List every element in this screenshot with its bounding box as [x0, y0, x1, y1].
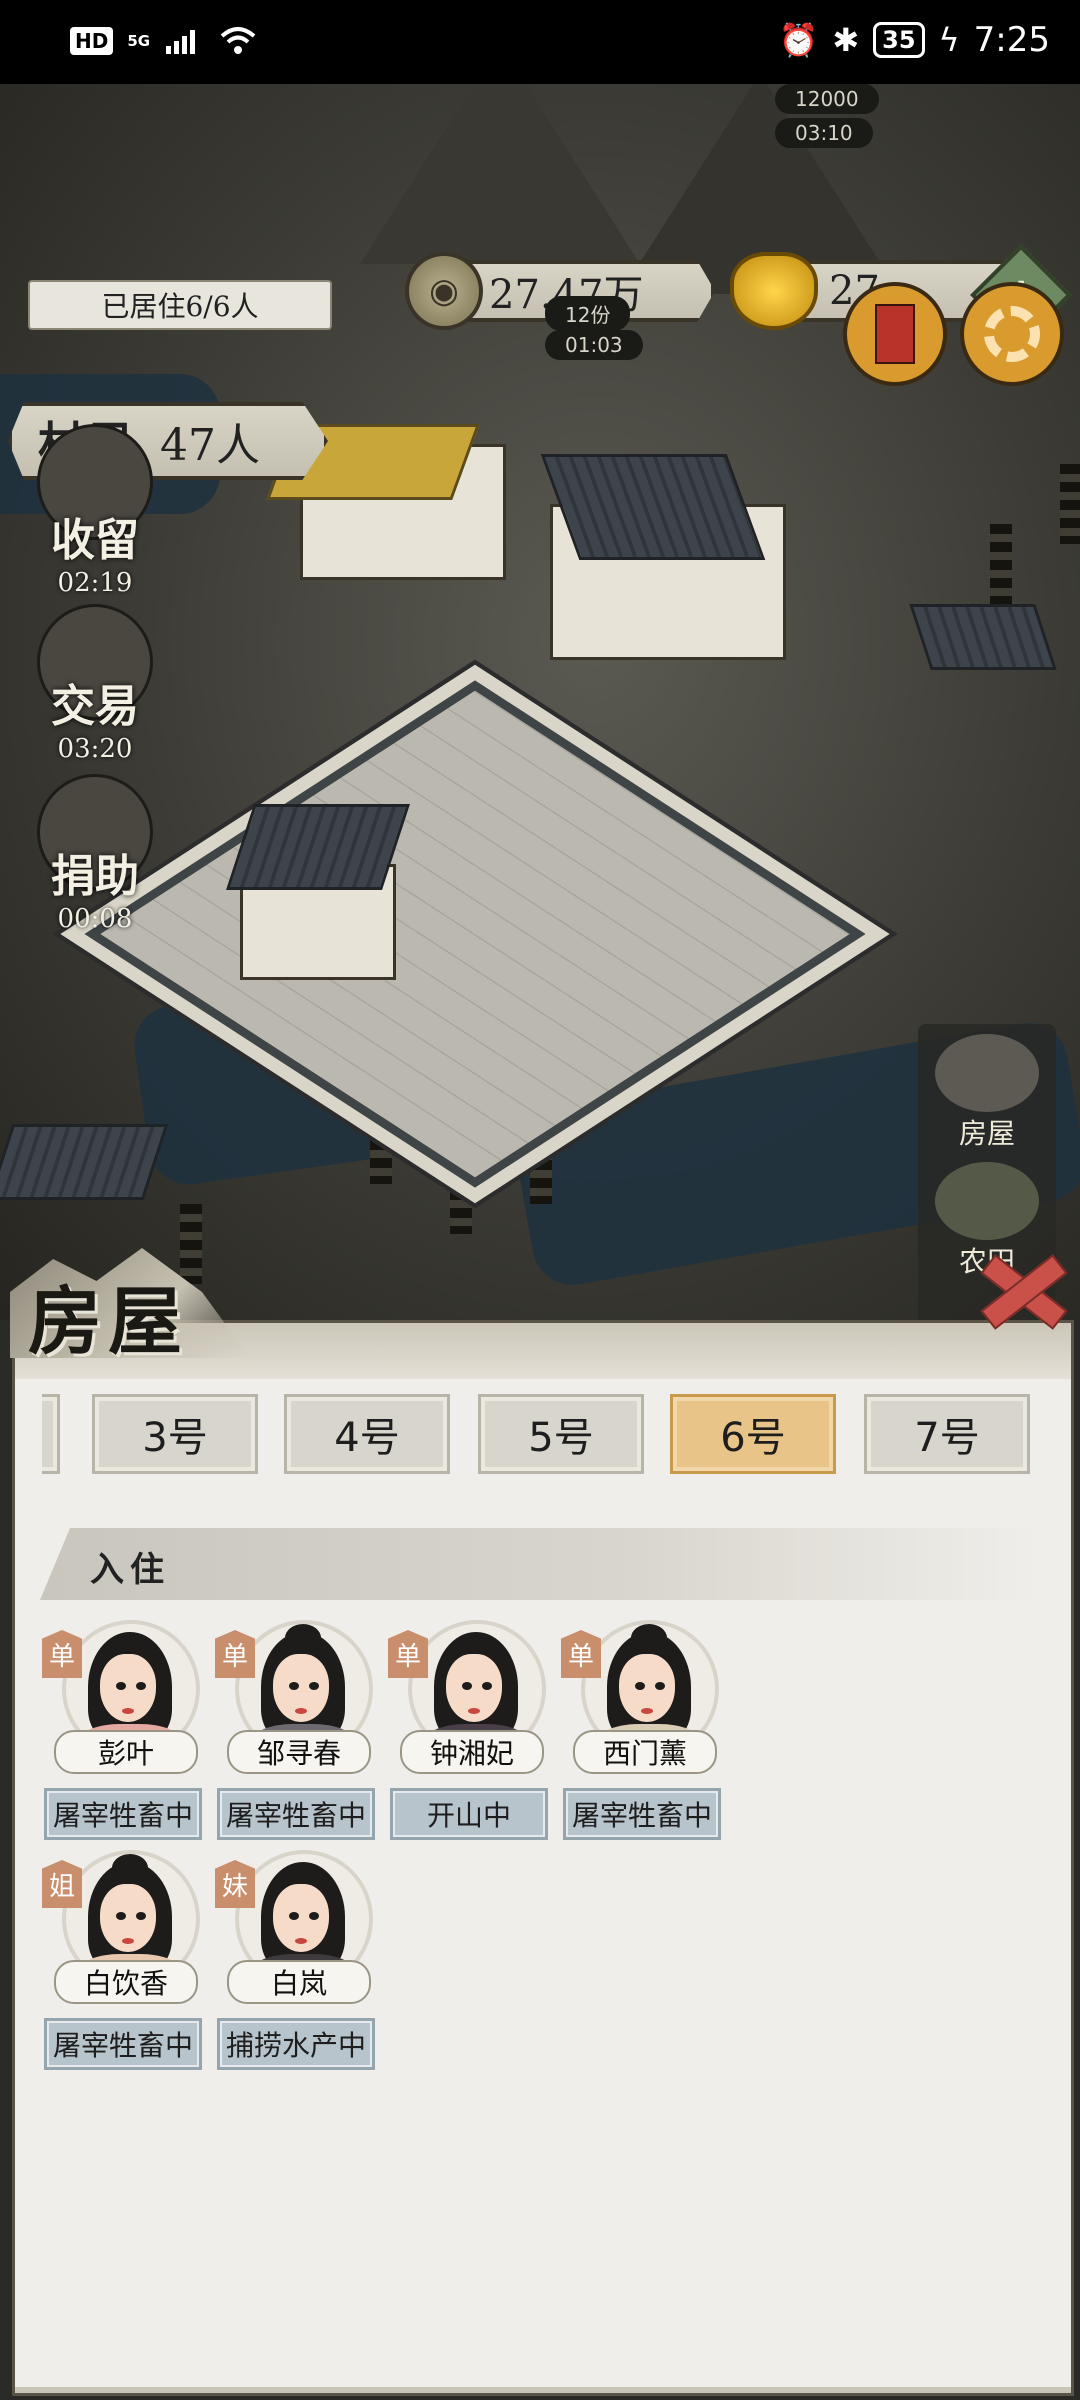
mountain-decoration — [360, 84, 640, 264]
section-header: 入住 — [40, 1528, 1040, 1600]
resident-status: 屠宰牲畜中 — [44, 1788, 202, 1840]
resident-name: 邹寻春 — [227, 1730, 371, 1774]
house-tabs: 号 3号 4号 5号 6号 7号 — [42, 1390, 1038, 1480]
bluetooth-icon: ✱ — [832, 21, 860, 59]
resident-name: 西门薰 — [573, 1730, 717, 1774]
resident-name: 钟湘妃 — [400, 1730, 544, 1774]
relation-badge: 单 — [42, 1630, 82, 1678]
resident-status: 开山中 — [390, 1788, 548, 1840]
relation-badge: 单 — [215, 1630, 255, 1678]
settings-button[interactable] — [960, 282, 1064, 386]
resident-name: 彭叶 — [54, 1730, 198, 1774]
resident-status: 屠宰牲畜中 — [44, 2018, 202, 2070]
shelter-action[interactable]: 收留 02:19 — [20, 424, 170, 598]
resident-name: 白饮香 — [54, 1960, 198, 2004]
resource-amount: 12000 — [775, 84, 879, 114]
tab-house-7[interactable]: 7号 — [864, 1394, 1030, 1474]
section-title: 入住 — [90, 1550, 170, 1590]
menu-item-houses[interactable]: 房屋 — [928, 1034, 1046, 1152]
relation-badge: 妹 — [215, 1860, 255, 1908]
resident-name: 白岚 — [227, 1960, 371, 2004]
gold-ingot-icon — [730, 252, 818, 330]
coin-icon: ◉ — [405, 252, 483, 330]
gate-roof — [226, 804, 410, 890]
alarm-icon: ⏰ — [778, 21, 819, 59]
resident-status: 捕捞水产中 — [217, 2018, 375, 2070]
resident-card[interactable]: 单 西门薰 屠宰牲畜中 — [561, 1620, 721, 1840]
game-map[interactable]: 已居住6/6人 27.47万 ◉ 27 + 村民 47人 12000 03:10… — [0, 84, 1080, 1320]
trade-action[interactable]: 交易 03:20 — [20, 604, 170, 764]
signal-icon — [166, 30, 196, 54]
relation-badge: 姐 — [42, 1860, 82, 1908]
scroll-icon — [875, 304, 915, 364]
relation-badge: 单 — [388, 1630, 428, 1678]
tab-house-6[interactable]: 6号 — [670, 1394, 836, 1474]
resident-card[interactable]: 妹 白岚 捕捞水产中 — [215, 1850, 375, 2070]
crop-amount: 12份 — [545, 296, 631, 331]
donate-action[interactable]: 捐助 00:08 — [20, 774, 170, 934]
residents-count: 已居住6/6人 — [28, 280, 332, 330]
neighbor-roof — [0, 1124, 169, 1200]
resident-status: 屠宰牲畜中 — [563, 1788, 721, 1840]
network-type: 5G — [127, 32, 151, 50]
decree-button[interactable] — [843, 282, 947, 386]
panel-title: 房屋 — [28, 1279, 188, 1365]
neighbor-roof — [909, 604, 1057, 670]
gear-icon — [984, 306, 1040, 362]
clock: 7:25 — [973, 20, 1050, 60]
charging-icon: ϟ — [938, 21, 960, 59]
resident-status: 屠宰牲畜中 — [217, 1788, 375, 1840]
crop-timer: 01:03 — [545, 330, 643, 360]
pagoda-decoration — [990, 524, 1012, 604]
battery-indicator: 35 — [873, 22, 925, 58]
resident-card[interactable]: 姐 白饮香 屠宰牲畜中 — [42, 1850, 202, 2070]
farmland-icon — [935, 1162, 1039, 1240]
pagoda-decoration — [1060, 464, 1080, 544]
tab-house-4[interactable]: 4号 — [284, 1394, 450, 1474]
hd-badge: HD — [70, 27, 114, 55]
tab-house-2[interactable]: 号 — [42, 1394, 60, 1474]
tab-house-5[interactable]: 5号 — [478, 1394, 644, 1474]
close-button[interactable] — [970, 1250, 1070, 1330]
tab-house-3[interactable]: 3号 — [92, 1394, 258, 1474]
resident-card[interactable]: 单 钟湘妃 开山中 — [388, 1620, 548, 1840]
wifi-icon — [220, 27, 256, 54]
resident-card[interactable]: 单 彭叶 屠宰牲畜中 — [42, 1620, 202, 1840]
tile-roof — [540, 454, 766, 560]
resident-card[interactable]: 单 邹寻春 屠宰牲畜中 — [215, 1620, 375, 1840]
relation-badge: 单 — [561, 1630, 601, 1678]
resource-timer: 03:10 — [775, 118, 873, 148]
status-bar: HD 5G ⏰ ✱ 35 ϟ 7:25 — [0, 0, 1080, 84]
house-icon — [935, 1034, 1039, 1112]
